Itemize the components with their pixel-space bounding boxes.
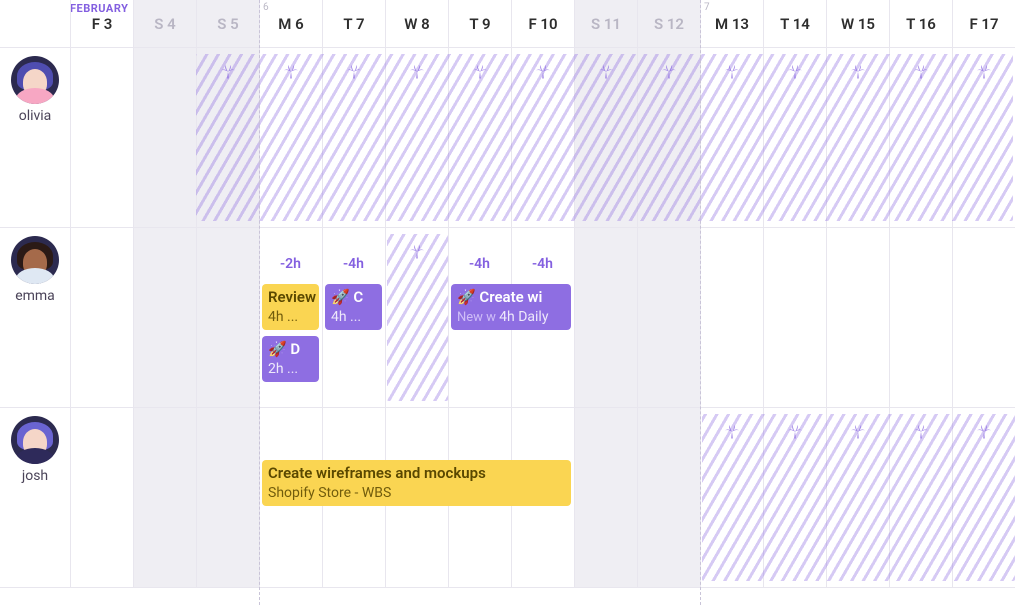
day-header[interactable]: F 3 [70,0,133,47]
palm-icon [196,62,259,83]
task-subtitle: 4h ... [331,309,361,325]
task-subtitle: 4h ... [268,309,298,325]
hours-deficit: -4h [511,256,574,272]
schedule-row: josh Create wireframes and mockups Shopify… [0,408,1015,588]
task-subtitle: 2h ... [268,361,298,377]
day-header[interactable]: S 4 [133,0,196,47]
day-header[interactable]: T 9 [448,0,511,47]
schedule-row: olivia [0,48,1015,228]
avatar[interactable] [11,416,59,464]
palm-icon [385,62,448,83]
day-header[interactable]: S 11 [574,0,637,47]
palm-icon [511,62,574,83]
palm-icon [826,62,889,83]
palm-icon [448,62,511,83]
hours-deficit: -2h [259,256,322,272]
week-number: 6 [263,2,269,13]
palm-icon [259,62,322,83]
palm-icon [385,242,448,263]
palm-icon [322,62,385,83]
day-header[interactable]: W 15 [826,0,889,47]
day-header[interactable]: W 8 [385,0,448,47]
palm-icon [763,422,826,443]
palm-icon [574,62,637,83]
task-title: Create wireframes and mockups [268,464,565,483]
avatar[interactable] [11,236,59,284]
person-name: olivia [19,108,52,124]
task-card[interactable]: 🚀 Create wi New w 4h Daily [451,284,571,330]
task-title: 🚀 C [331,288,376,307]
palm-icon [637,62,700,83]
task-card[interactable]: Review 4h ... [262,284,319,330]
hours-deficit: -4h [448,256,511,272]
task-subtitle: Shopify Store - WBS [268,485,391,501]
day-header[interactable]: S 12 [637,0,700,47]
person-cell[interactable]: emma [0,236,70,304]
palm-icon [889,62,952,83]
person-cell[interactable]: josh [0,416,70,484]
hours-deficit: -4h [322,256,385,272]
person-name: emma [15,288,55,304]
task-card[interactable]: Create wireframes and mockups Shopify Sto… [262,460,571,506]
palm-icon [889,422,952,443]
palm-icon [700,422,763,443]
person-cell[interactable]: olivia [0,56,70,124]
palm-icon [952,422,1015,443]
task-title: 🚀 D [268,340,313,359]
person-name: josh [22,468,48,484]
day-header[interactable]: T 16 [889,0,952,47]
task-card[interactable]: 🚀 C 4h ... [325,284,382,330]
task-card[interactable]: 🚀 D 2h ... [262,336,319,382]
avatar[interactable] [11,56,59,104]
palm-icon [826,422,889,443]
week-number: 7 [704,2,710,13]
day-header[interactable]: T 14 [763,0,826,47]
palm-icon [952,62,1015,83]
task-title: Review [268,288,313,307]
day-header[interactable]: F 17 [952,0,1015,47]
schedule-row: emma-2h-4h-4h-4hReview4h ...🚀 C4h ...🚀 D… [0,228,1015,408]
task-title: 🚀 Create wi [457,288,565,307]
calendar-header: FEBRUARY F 3S 4S 5M 6T 7W 8T 9F 10S 11S … [0,0,1015,48]
day-header[interactable]: T 7 [322,0,385,47]
palm-icon [700,62,763,83]
palm-icon [763,62,826,83]
task-subtitle: New w 4h Daily [457,309,548,325]
day-header[interactable]: F 10 [511,0,574,47]
day-header[interactable]: S 5 [196,0,259,47]
